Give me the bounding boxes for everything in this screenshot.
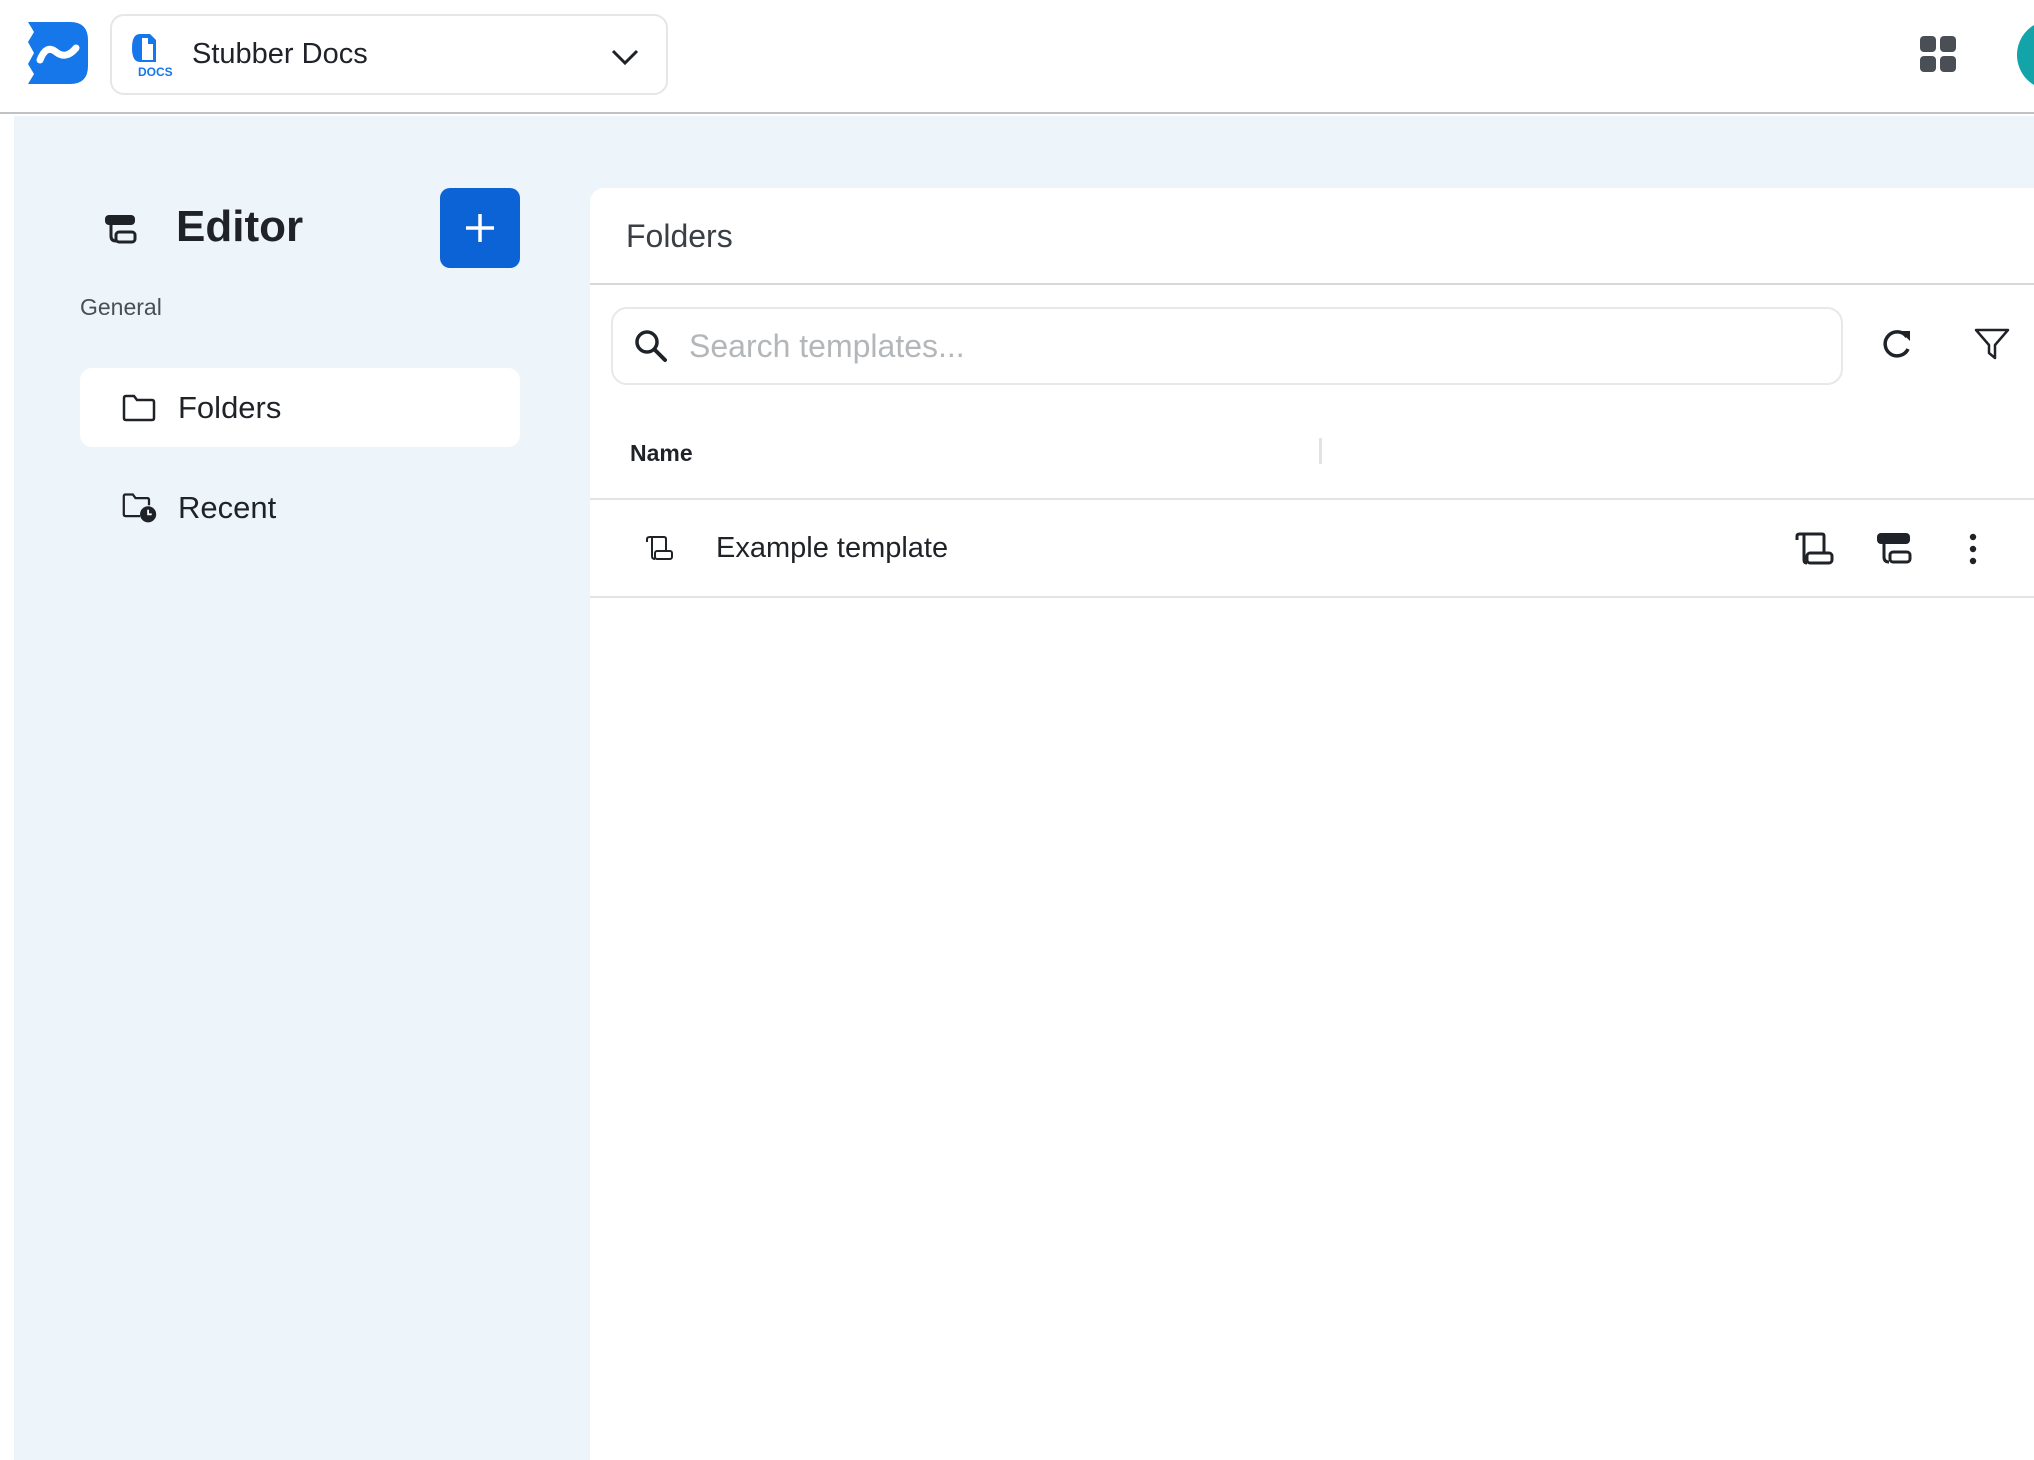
- column-header-name[interactable]: Name: [630, 440, 693, 467]
- sidebar-item-folders[interactable]: Folders: [80, 368, 520, 447]
- app-name: Stubber Docs: [192, 38, 368, 70]
- apps-grid-icon[interactable]: [1920, 36, 1956, 72]
- template-name[interactable]: Example template: [716, 532, 948, 565]
- chevron-down-icon: [611, 49, 639, 66]
- plus-icon: [466, 214, 494, 242]
- search-input[interactable]: [689, 327, 1789, 365]
- editor-icon: [105, 215, 137, 244]
- stubber-logo-icon[interactable]: [26, 22, 88, 84]
- column-resize-handle[interactable]: [1319, 438, 1322, 464]
- app-selector-dropdown[interactable]: DOCS Stubber Docs: [110, 14, 668, 95]
- add-button[interactable]: [440, 188, 520, 268]
- content-panel: Folders Name Example template: [590, 188, 2034, 1460]
- divider: [590, 283, 2034, 285]
- sidebar-title: Editor: [176, 202, 304, 251]
- search-box[interactable]: [611, 307, 1843, 385]
- svg-text:DOCS: DOCS: [138, 65, 173, 79]
- top-bar: DOCS Stubber Docs: [0, 0, 2034, 114]
- open-template-icon[interactable]: [1795, 532, 1835, 566]
- docs-app-icon: DOCS: [132, 34, 173, 79]
- sidebar-item-label: Folders: [178, 389, 282, 425]
- page-title: Folders: [626, 218, 733, 254]
- sidebar-item-label: Recent: [178, 489, 277, 525]
- folder-icon: [122, 394, 158, 422]
- edit-in-editor-icon[interactable]: [1876, 532, 1912, 566]
- scroll-icon: [646, 536, 673, 560]
- table-row[interactable]: Example template: [590, 500, 2034, 598]
- refresh-icon[interactable]: [1880, 327, 1914, 361]
- more-options-icon[interactable]: [1965, 532, 1981, 566]
- filter-icon[interactable]: [1974, 327, 2010, 361]
- avatar[interactable]: [2017, 20, 2034, 90]
- sidebar-section-label: General: [80, 294, 162, 320]
- folder-clock-icon: [122, 491, 158, 525]
- search-icon: [635, 330, 667, 362]
- sidebar-item-recent[interactable]: Recent: [80, 468, 520, 547]
